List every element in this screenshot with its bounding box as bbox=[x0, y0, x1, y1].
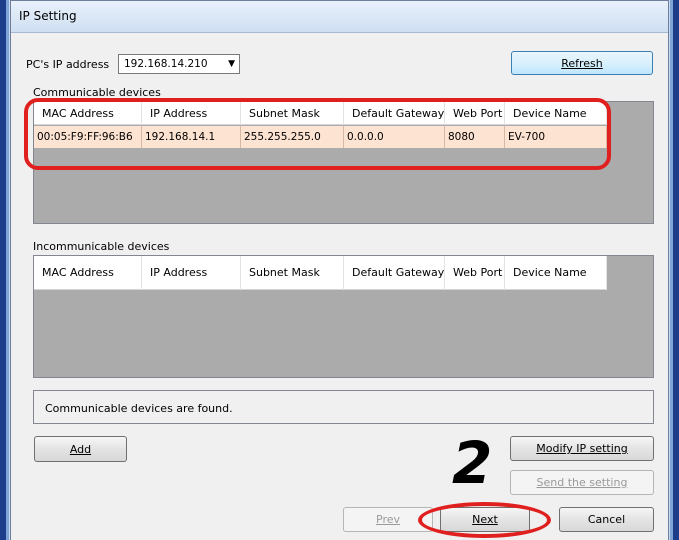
prev-button-label: Prev bbox=[376, 513, 400, 526]
pc-ip-label: PC's IP address bbox=[26, 58, 110, 71]
column-header-web-port[interactable]: Web Port bbox=[445, 256, 505, 290]
modify-ip-setting-label: Modify IP setting bbox=[536, 442, 628, 455]
highlight-ellipse bbox=[418, 502, 551, 538]
cancel-button-label: Cancel bbox=[587, 513, 626, 526]
column-header-device-name[interactable]: Device Name bbox=[505, 256, 607, 290]
pc-ip-value: 192.168.14.210 bbox=[124, 58, 208, 70]
highlight-rectangle bbox=[24, 98, 611, 170]
step-number: 2 bbox=[452, 429, 493, 497]
cancel-button[interactable]: Cancel bbox=[559, 507, 654, 532]
send-setting-label: Send the setting bbox=[536, 476, 628, 489]
chevron-down-icon: ▼ bbox=[228, 59, 235, 69]
add-button-label: Add bbox=[69, 442, 92, 456]
column-header-gateway[interactable]: Default Gateway bbox=[344, 256, 445, 290]
window-title: IP Setting bbox=[19, 9, 77, 23]
send-setting-button[interactable]: Send the setting bbox=[510, 470, 654, 495]
incommunicable-devices-grid[interactable]: MAC Address IP Address Subnet Mask Defau… bbox=[33, 255, 654, 378]
refresh-button[interactable]: Refresh bbox=[511, 51, 653, 75]
status-text: Communicable devices are found. bbox=[45, 402, 233, 415]
status-box: Communicable devices are found. bbox=[33, 390, 654, 424]
title-bar[interactable]: IP Setting bbox=[11, 1, 668, 33]
column-header-subnet[interactable]: Subnet Mask bbox=[241, 256, 344, 290]
modify-ip-setting-button[interactable]: Modify IP setting bbox=[510, 436, 654, 461]
column-header-mac[interactable]: MAC Address bbox=[34, 256, 142, 290]
add-button[interactable]: Add bbox=[34, 436, 127, 462]
pc-ip-select[interactable]: 192.168.14.210 ▼ bbox=[118, 54, 240, 74]
refresh-button-label: Refresh bbox=[561, 56, 603, 70]
column-header-ip[interactable]: IP Address bbox=[142, 256, 241, 290]
grid-header: MAC Address IP Address Subnet Mask Defau… bbox=[34, 256, 607, 290]
incommunicable-devices-label: Incommunicable devices bbox=[33, 240, 170, 253]
